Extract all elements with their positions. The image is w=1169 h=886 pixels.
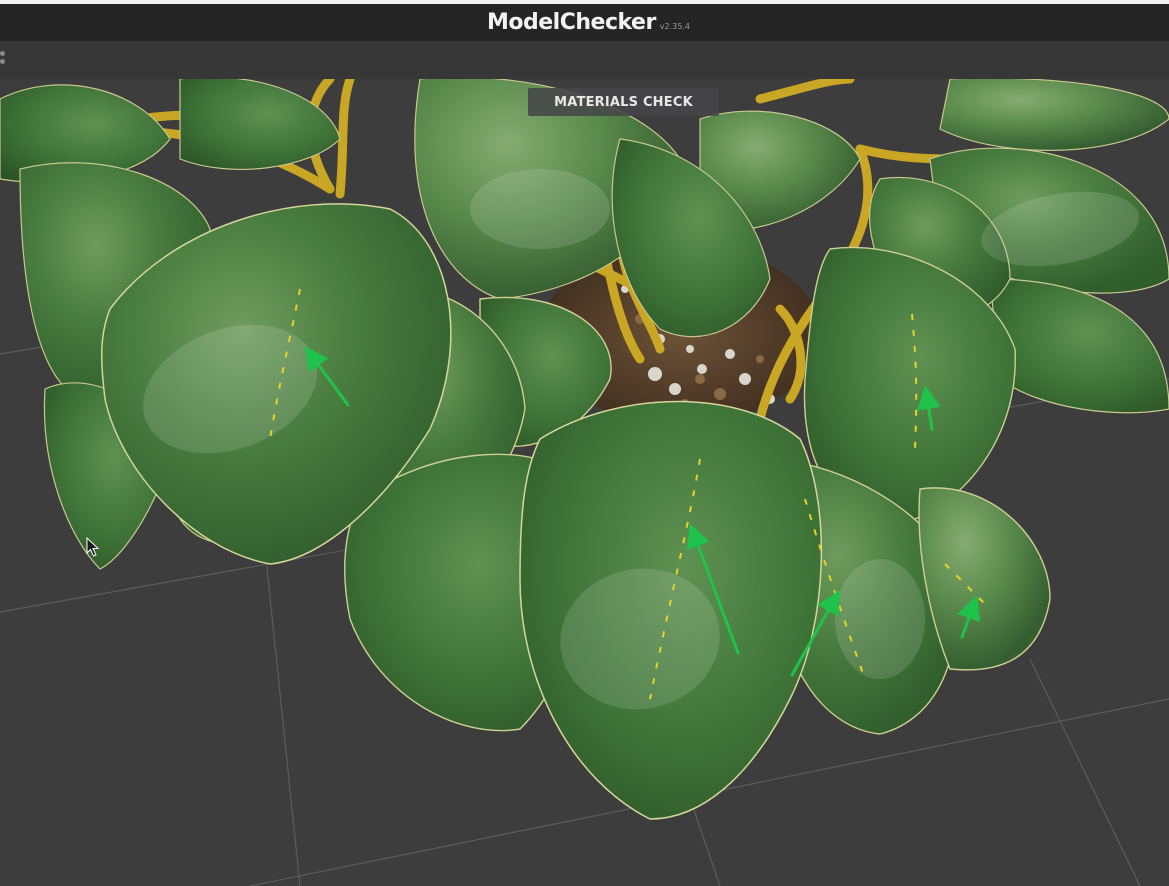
- plant-model-scene[interactable]: [0, 79, 1169, 886]
- app-window: ModelChecker v2.35.4 MATERIALS CHECK: [0, 0, 1169, 886]
- mouse-pointer-icon: [86, 537, 100, 557]
- toolbar: [0, 41, 1169, 80]
- app-name: ModelChecker: [487, 9, 656, 35]
- title-bar: ModelChecker v2.35.4: [0, 4, 1169, 41]
- 3d-viewport[interactable]: MATERIALS CHECK: [0, 79, 1169, 886]
- app-version: v2.35.4: [659, 21, 690, 31]
- menu-dots-icon[interactable]: [0, 51, 8, 69]
- materials-check-badge: MATERIALS CHECK: [528, 88, 719, 116]
- app-brand: ModelChecker v2.35.4: [487, 10, 690, 36]
